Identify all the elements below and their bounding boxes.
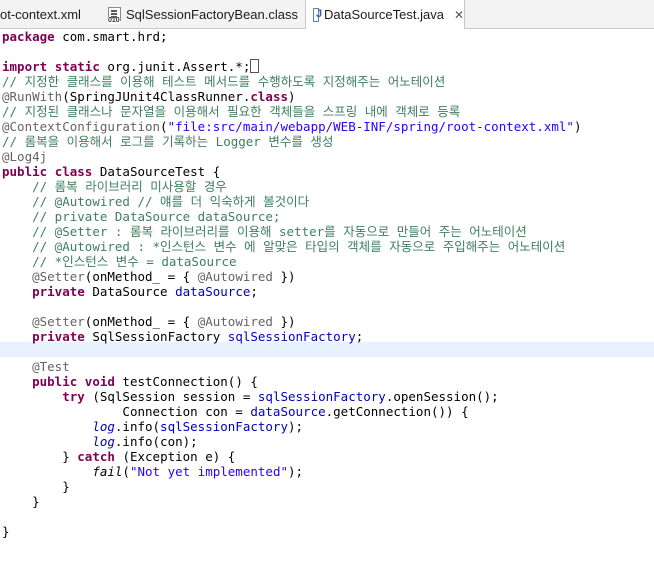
java-file-icon: [313, 7, 322, 22]
tab-label: SqlSessionFactoryBean.class: [126, 6, 298, 22]
code-line: // @Autowired : *인스턴스 변수 에 알맞은 타입의 객체를 자…: [32, 239, 566, 254]
code-line: private SqlSessionFactory sqlSessionFact…: [32, 329, 364, 344]
text-cursor: [250, 59, 260, 73]
tab-root-context-xml[interactable]: ot-context.xml: [0, 0, 100, 28]
code-line: // @Autowired // 얘를 더 익숙하게 볼것이다: [32, 194, 310, 209]
code-line: @Test: [32, 359, 70, 374]
code-line: @ContextConfiguration("file:src/main/web…: [2, 119, 582, 134]
editor-tab-bar: ot-context.xml 010 SqlSessionFactoryBean…: [0, 0, 654, 29]
code-line: } catch (Exception e) {: [62, 449, 236, 464]
current-line-highlight: [0, 342, 654, 357]
code-line: package com.smart.hrd;: [2, 29, 168, 44]
code-line: @Setter(onMethod_ = { @Autowired }): [32, 269, 296, 284]
code-line: public class DataSourceTest {: [2, 164, 221, 179]
code-line: fail("Not yet implemented");: [92, 464, 304, 479]
code-editor[interactable]: package com.smart.hrd; import static org…: [0, 29, 654, 566]
tab-sqlsessionfactorybean-class[interactable]: 010 SqlSessionFactoryBean.class: [108, 0, 298, 28]
code-line: }: [32, 494, 40, 509]
close-icon[interactable]: ✕: [454, 8, 464, 22]
code-line: Connection con = dataSource.getConnectio…: [122, 404, 469, 419]
code-line: @RunWith(SpringJUnit4ClassRunner.class): [2, 89, 296, 104]
code-line: public void testConnection() {: [32, 374, 258, 389]
code-line: // 지정된 클래스나 문자열을 이용해서 필요한 객체들을 스프링 내에 객체…: [2, 104, 461, 119]
code-line: // private DataSource dataSource;: [32, 209, 281, 224]
code-line: // 롬복을 이용해서 로그를 기록하는 Logger 변수를 생성: [2, 134, 334, 149]
code-line: }: [62, 479, 70, 494]
tab-label: DataSourceTest.java: [323, 7, 444, 22]
code-line: @Log4j: [2, 149, 48, 164]
code-line: }: [2, 524, 10, 539]
code-line: // 롬복 라이브러리 미사용할 경우: [32, 179, 227, 194]
tab-label: ot-context.xml: [0, 6, 81, 22]
code-line: log.info(con);: [92, 434, 198, 449]
code-line: private DataSource dataSource;: [32, 284, 258, 299]
code-line: import static org.junit.Assert.*;: [2, 59, 260, 74]
code-line: // 지정한 클래스를 이용해 테스트 메서드를 수행하도록 지정해주는 어노테…: [2, 74, 446, 89]
tab-datasourcetest-java[interactable]: DataSourceTest.java ✕: [305, 0, 465, 29]
class-file-icon: 010: [108, 7, 122, 24]
code-line: @Setter(onMethod_ = { @Autowired }): [32, 314, 296, 329]
code-line: // *인스턴스 변수 = dataSource: [32, 254, 237, 269]
code-line: log.info(sqlSessionFactory);: [92, 419, 304, 434]
code-line: // @Setter : 롬복 라이브러리를 이용해 setter를 자동으로 …: [32, 224, 527, 239]
code-line: try (SqlSession session = sqlSessionFact…: [62, 389, 499, 404]
